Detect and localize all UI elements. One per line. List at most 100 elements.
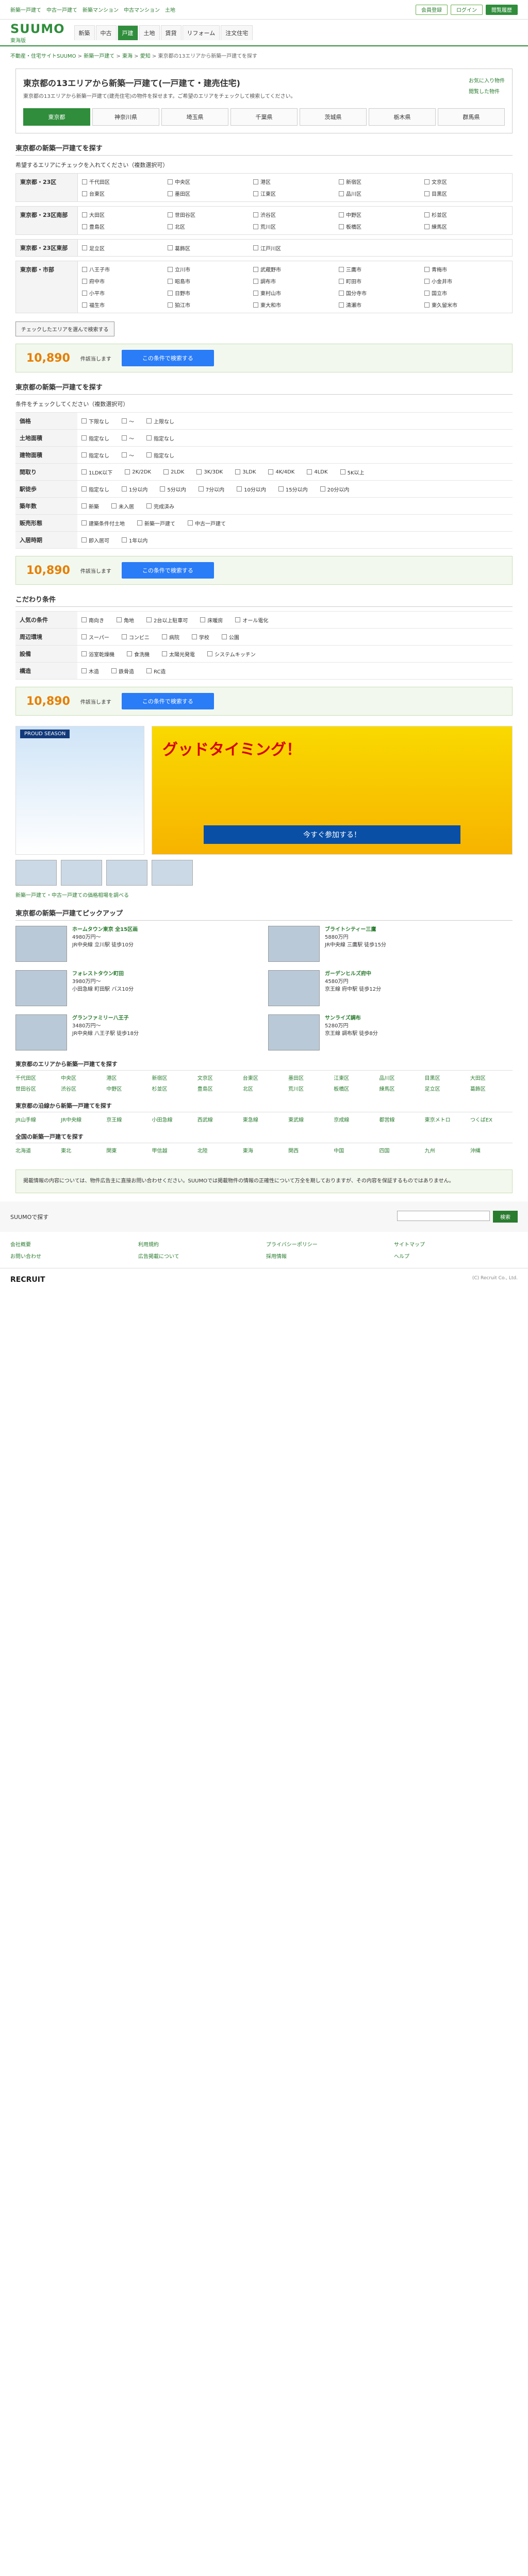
- checkbox-icon[interactable]: [168, 278, 173, 284]
- checkbox-icon[interactable]: [339, 212, 344, 217]
- condition-checkbox[interactable]: 角地: [117, 616, 134, 624]
- area-checkbox[interactable]: 中野区: [339, 211, 422, 218]
- checkbox-icon[interactable]: [81, 486, 87, 492]
- area-link[interactable]: 葛飾区: [470, 1084, 513, 1092]
- checkbox-icon[interactable]: [191, 634, 197, 639]
- footer-link[interactable]: プライバシーポリシー: [266, 1240, 390, 1248]
- area-link[interactable]: 関西: [288, 1146, 331, 1154]
- area-checkbox[interactable]: 三鷹市: [339, 265, 422, 273]
- listing-card[interactable]: フォレストタウン町田 3980万円〜 小田急線 町田駅 バス10分: [15, 970, 260, 1006]
- area-link[interactable]: JR中央線: [61, 1115, 103, 1123]
- gnav-item[interactable]: 新築: [74, 25, 95, 40]
- checkbox-icon[interactable]: [81, 668, 87, 673]
- area-link[interactable]: 九州: [425, 1146, 467, 1154]
- checkbox-icon[interactable]: [207, 651, 212, 656]
- checkbox-icon[interactable]: [278, 486, 284, 492]
- condition-checkbox[interactable]: 指定なし: [146, 434, 174, 442]
- area-link[interactable]: 小田急線: [152, 1115, 194, 1123]
- checkbox-icon[interactable]: [81, 503, 87, 509]
- area-link[interactable]: 甲信越: [152, 1146, 194, 1154]
- checkbox-icon[interactable]: [307, 469, 312, 474]
- area-checkbox[interactable]: 足立区: [82, 244, 166, 252]
- condition-checkbox[interactable]: 建築条件付土地: [81, 519, 125, 527]
- listing-title[interactable]: ガーデンヒルズ府中: [325, 970, 381, 978]
- area-checkbox[interactable]: 杉並区: [424, 211, 508, 218]
- area-checkbox[interactable]: 東大和市: [253, 301, 337, 309]
- area-checkbox[interactable]: 江戸川区: [253, 244, 337, 252]
- listing-photo[interactable]: [15, 926, 67, 962]
- area-link[interactable]: 関東: [106, 1146, 148, 1154]
- condition-checkbox[interactable]: 完成済み: [146, 502, 174, 510]
- area-checkbox[interactable]: 小平市: [82, 289, 166, 297]
- area-checkbox[interactable]: 墨田区: [168, 190, 251, 197]
- checkbox-icon[interactable]: [160, 486, 166, 492]
- area-checkbox[interactable]: 豊島区: [82, 223, 166, 230]
- checkbox-icon[interactable]: [424, 290, 430, 296]
- checkbox-icon[interactable]: [253, 278, 258, 284]
- ad-thumbnail[interactable]: [61, 860, 102, 886]
- checkbox-icon[interactable]: [339, 278, 344, 284]
- condition-checkbox[interactable]: 南向き: [81, 616, 104, 624]
- area-checkbox[interactable]: 大田区: [82, 211, 166, 218]
- checkbox-icon[interactable]: [168, 245, 173, 250]
- top-link[interactable]: 中古一戸建て: [46, 6, 77, 13]
- area-link[interactable]: 江東区: [334, 1074, 376, 1081]
- checkbox-icon[interactable]: [339, 266, 344, 272]
- listing-card[interactable]: サンライズ調布 5280万円 京王線 調布駅 徒歩8分: [268, 1014, 513, 1050]
- area-link[interactable]: 練馬区: [379, 1084, 421, 1092]
- checkbox-icon[interactable]: [81, 537, 87, 543]
- area-link[interactable]: 東北: [61, 1146, 103, 1154]
- area-link[interactable]: 中国: [334, 1146, 376, 1154]
- ad-thumbnail[interactable]: [106, 860, 147, 886]
- condition-checkbox[interactable]: コンビニ: [121, 633, 150, 641]
- area-checkbox[interactable]: 渋谷区: [253, 211, 337, 218]
- checkbox-icon[interactable]: [163, 469, 169, 474]
- area-checkbox[interactable]: 品川区: [339, 190, 422, 197]
- checkbox-icon[interactable]: [82, 224, 87, 229]
- checkbox-icon[interactable]: [253, 224, 258, 229]
- checkbox-icon[interactable]: [253, 290, 258, 296]
- condition-checkbox[interactable]: 5K以上: [340, 468, 365, 476]
- checkbox-icon[interactable]: [168, 302, 173, 308]
- area-link[interactable]: 北海道: [15, 1146, 58, 1154]
- footer-link[interactable]: ヘルプ: [394, 1252, 518, 1260]
- checkbox-icon[interactable]: [339, 224, 344, 229]
- checkbox-icon[interactable]: [121, 634, 127, 639]
- site-logo[interactable]: SUUMO: [10, 22, 65, 36]
- checkbox-icon[interactable]: [188, 520, 193, 526]
- area-checkbox[interactable]: 八王子市: [82, 265, 166, 273]
- area-link[interactable]: 京王線: [106, 1115, 148, 1123]
- area-checkbox[interactable]: 練馬区: [424, 223, 508, 230]
- area-link[interactable]: 千代田区: [15, 1074, 58, 1081]
- listing-card[interactable]: ガーデンヒルズ府中 4580万円 京王線 府中駅 徒歩12分: [268, 970, 513, 1006]
- area-link[interactable]: 豊島区: [197, 1084, 240, 1092]
- checkbox-icon[interactable]: [340, 469, 345, 474]
- listing-title[interactable]: フォレストタウン町田: [72, 970, 134, 978]
- condition-checkbox[interactable]: 2LDK: [163, 469, 184, 475]
- listing-title[interactable]: ブライトシティー三鷹: [325, 926, 386, 934]
- checkbox-icon[interactable]: [200, 617, 206, 622]
- area-checkbox[interactable]: 港区: [253, 178, 337, 185]
- checkbox-icon[interactable]: [237, 486, 242, 492]
- search-button[interactable]: この条件で検索する: [121, 350, 214, 366]
- area-link[interactable]: つくばEX: [470, 1115, 513, 1123]
- area-checkbox[interactable]: 青梅市: [424, 265, 508, 273]
- area-checkbox[interactable]: 北区: [168, 223, 251, 230]
- checkbox-icon[interactable]: [81, 520, 87, 526]
- condition-checkbox[interactable]: 7分以内: [198, 485, 224, 493]
- condition-checkbox[interactable]: 4K/4DK: [268, 469, 294, 475]
- checkbox-icon[interactable]: [117, 617, 122, 622]
- listing-card[interactable]: ブライトシティー三鷹 5880万円 JR中央線 三鷹駅 徒歩15分: [268, 926, 513, 962]
- area-link[interactable]: 東海: [243, 1146, 285, 1154]
- checkbox-icon[interactable]: [82, 278, 87, 284]
- footer-link[interactable]: 採用情報: [266, 1252, 390, 1260]
- checkbox-icon[interactable]: [268, 469, 274, 474]
- area-checkbox[interactable]: 文京区: [424, 178, 508, 185]
- area-link[interactable]: 大田区: [470, 1074, 513, 1081]
- checkbox-icon[interactable]: [424, 179, 430, 184]
- recruit-logo[interactable]: RECRUIT: [10, 1276, 45, 1284]
- condition-checkbox[interactable]: 2台以上駐車可: [146, 616, 188, 624]
- checkbox-icon[interactable]: [253, 212, 258, 217]
- checkbox-icon[interactable]: [82, 266, 87, 272]
- condition-checkbox[interactable]: オール電化: [235, 616, 268, 624]
